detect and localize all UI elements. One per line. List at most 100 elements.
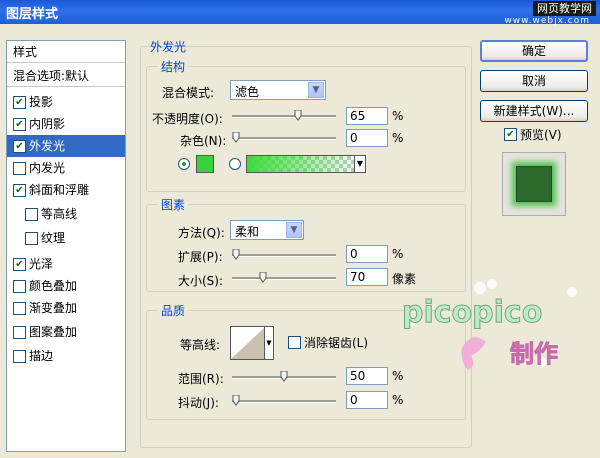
checkbox-texture[interactable] [25, 232, 38, 245]
sidebar-item-inner-shadow[interactable]: ✔ 内阴影 [7, 113, 125, 135]
contour-picker[interactable]: ▼ [230, 326, 274, 360]
sidebar-item-stroke[interactable]: 描边 [7, 345, 125, 367]
elements-title: 图素 [158, 196, 189, 213]
sidebar-item-label: 等高线 [41, 207, 78, 221]
opacity-label: 不透明度(O): [152, 112, 223, 126]
chevron-down-icon: ▼ [308, 82, 324, 98]
checkbox-stroke[interactable] [13, 350, 26, 363]
antialias-checkbox[interactable] [288, 336, 301, 349]
sidebar-item-label: 斜面和浮雕 [29, 183, 90, 197]
spread-slider[interactable] [232, 249, 336, 261]
slider-thumb[interactable] [294, 110, 302, 121]
slider-track [232, 254, 336, 257]
sidebar-item-label: 描边 [29, 349, 54, 363]
sidebar-item-label: 光泽 [29, 257, 54, 271]
size-input[interactable]: 70 [346, 268, 388, 286]
noise-input[interactable]: 0 [346, 129, 388, 147]
size-slider[interactable] [232, 272, 336, 284]
sidebar-item-bevel-emboss[interactable]: ✔ 斜面和浮雕 [7, 179, 125, 201]
chevron-down-icon: ▼ [286, 222, 302, 238]
sidebar-item-label: 内发光 [29, 161, 66, 175]
opacity-slider[interactable] [232, 110, 336, 122]
contour-label: 等高线: [180, 338, 221, 352]
solid-color-radio[interactable] [178, 158, 190, 170]
slider-track [232, 115, 336, 118]
sidebar-item-label: 内阴影 [29, 117, 66, 131]
sidebar-item-color-overlay[interactable]: 颜色叠加 [7, 275, 125, 297]
slider-thumb[interactable] [232, 395, 240, 406]
new-style-button[interactable]: 新建样式(W)... [480, 100, 588, 122]
preview-checkbox[interactable]: ✔ [504, 128, 517, 141]
chevron-down-icon[interactable]: ▼ [354, 156, 365, 172]
logo-text: picopico [402, 295, 542, 330]
sidebar-item-satin[interactable]: ✔ 光泽 [7, 253, 125, 275]
preview-swatch [516, 166, 552, 202]
size-label: 大小(S): [178, 274, 224, 288]
sidebar-item-label: 外发光 [29, 139, 66, 153]
ok-button[interactable]: 确定 [480, 40, 588, 62]
sidebar-item-label: 投影 [29, 95, 54, 109]
sidebar-item-pattern-overlay[interactable]: 图案叠加 [7, 321, 125, 343]
slider-thumb[interactable] [280, 371, 288, 382]
spread-input[interactable]: 0 [346, 245, 388, 263]
watermark-logo: 网页教学网 [533, 1, 596, 16]
glow-gradient-picker[interactable]: ▼ [246, 155, 366, 173]
window-title: 图层样式 [6, 7, 59, 22]
cancel-button[interactable]: 取消 [480, 70, 588, 92]
slider-thumb[interactable] [232, 249, 240, 260]
checkbox-drop-shadow[interactable]: ✔ [13, 96, 26, 109]
slider-track [232, 400, 336, 403]
sidebar-item-gradient-overlay[interactable]: 渐变叠加 [7, 297, 125, 319]
quality-title: 品质 [158, 302, 189, 319]
checkbox-contour[interactable] [25, 208, 38, 221]
percent-unit: % [392, 131, 404, 145]
method-label: 方法(Q): [178, 226, 225, 240]
percent-unit: % [392, 109, 404, 123]
blend-mode-label: 混合模式: [162, 86, 215, 100]
range-input[interactable]: 50 [346, 367, 388, 385]
checkbox-inner-glow[interactable] [13, 162, 26, 175]
sidebar-item-contour[interactable]: 等高线 [7, 203, 125, 225]
sidebar-item-label: 图案叠加 [29, 325, 78, 339]
checkbox-color-overlay[interactable] [13, 280, 26, 293]
percent-unit: % [392, 393, 404, 407]
noise-slider[interactable] [232, 132, 336, 144]
checkbox-bevel-emboss[interactable]: ✔ [13, 184, 26, 197]
sidebar-item-outer-glow[interactable]: ✔ 外发光 [7, 135, 125, 157]
slider-track [232, 277, 336, 280]
checkbox-satin[interactable]: ✔ [13, 258, 26, 271]
glow-color-swatch[interactable] [196, 155, 214, 173]
checkbox-gradient-overlay[interactable] [13, 302, 26, 315]
butterfly-icon [461, 337, 486, 370]
style-list: 样式 混合选项:默认 ✔ 投影 ✔ 内阴影 ✔ 外发光 内发光 ✔ 斜面和浮雕 … [6, 40, 126, 452]
jitter-input[interactable]: 0 [346, 391, 388, 409]
checkbox-inner-shadow[interactable]: ✔ [13, 118, 26, 131]
opacity-input[interactable]: 65 [346, 107, 388, 125]
sidebar-item-label: 纹理 [41, 231, 66, 245]
checkbox-outer-glow[interactable]: ✔ [13, 140, 26, 153]
sidebar-item-drop-shadow[interactable]: ✔ 投影 [7, 91, 125, 113]
sidebar-item-texture[interactable]: 纹理 [7, 227, 125, 249]
percent-unit: % [392, 247, 404, 261]
watermark-url: www.webjx.com [504, 16, 590, 26]
sidebar-item-inner-glow[interactable]: 内发光 [7, 157, 125, 179]
checkbox-pattern-overlay[interactable] [13, 326, 26, 339]
range-label: 范围(R): [178, 372, 224, 386]
chevron-down-icon[interactable]: ▼ [264, 327, 273, 359]
blend-mode-select[interactable]: 滤色 ▼ [230, 80, 326, 100]
antialias-label: 消除锯齿(L) [304, 336, 369, 350]
jitter-label: 抖动(J): [178, 396, 219, 410]
range-slider[interactable] [232, 371, 336, 383]
slider-thumb[interactable] [232, 132, 240, 143]
jitter-slider[interactable] [232, 395, 336, 407]
blend-mode-value: 滤色 [235, 85, 260, 99]
sidebar-item-label: 颜色叠加 [29, 279, 78, 293]
logo-subtext: 制作 [510, 340, 558, 368]
slider-thumb[interactable] [259, 272, 267, 283]
panel-title: 外发光 [150, 40, 187, 54]
style-list-header[interactable]: 样式 [7, 41, 125, 63]
blend-options-item[interactable]: 混合选项:默认 [7, 65, 125, 87]
gradient-radio[interactable] [229, 158, 241, 170]
method-select[interactable]: 柔和 ▼ [230, 220, 304, 240]
contour-curve-icon [231, 327, 265, 359]
